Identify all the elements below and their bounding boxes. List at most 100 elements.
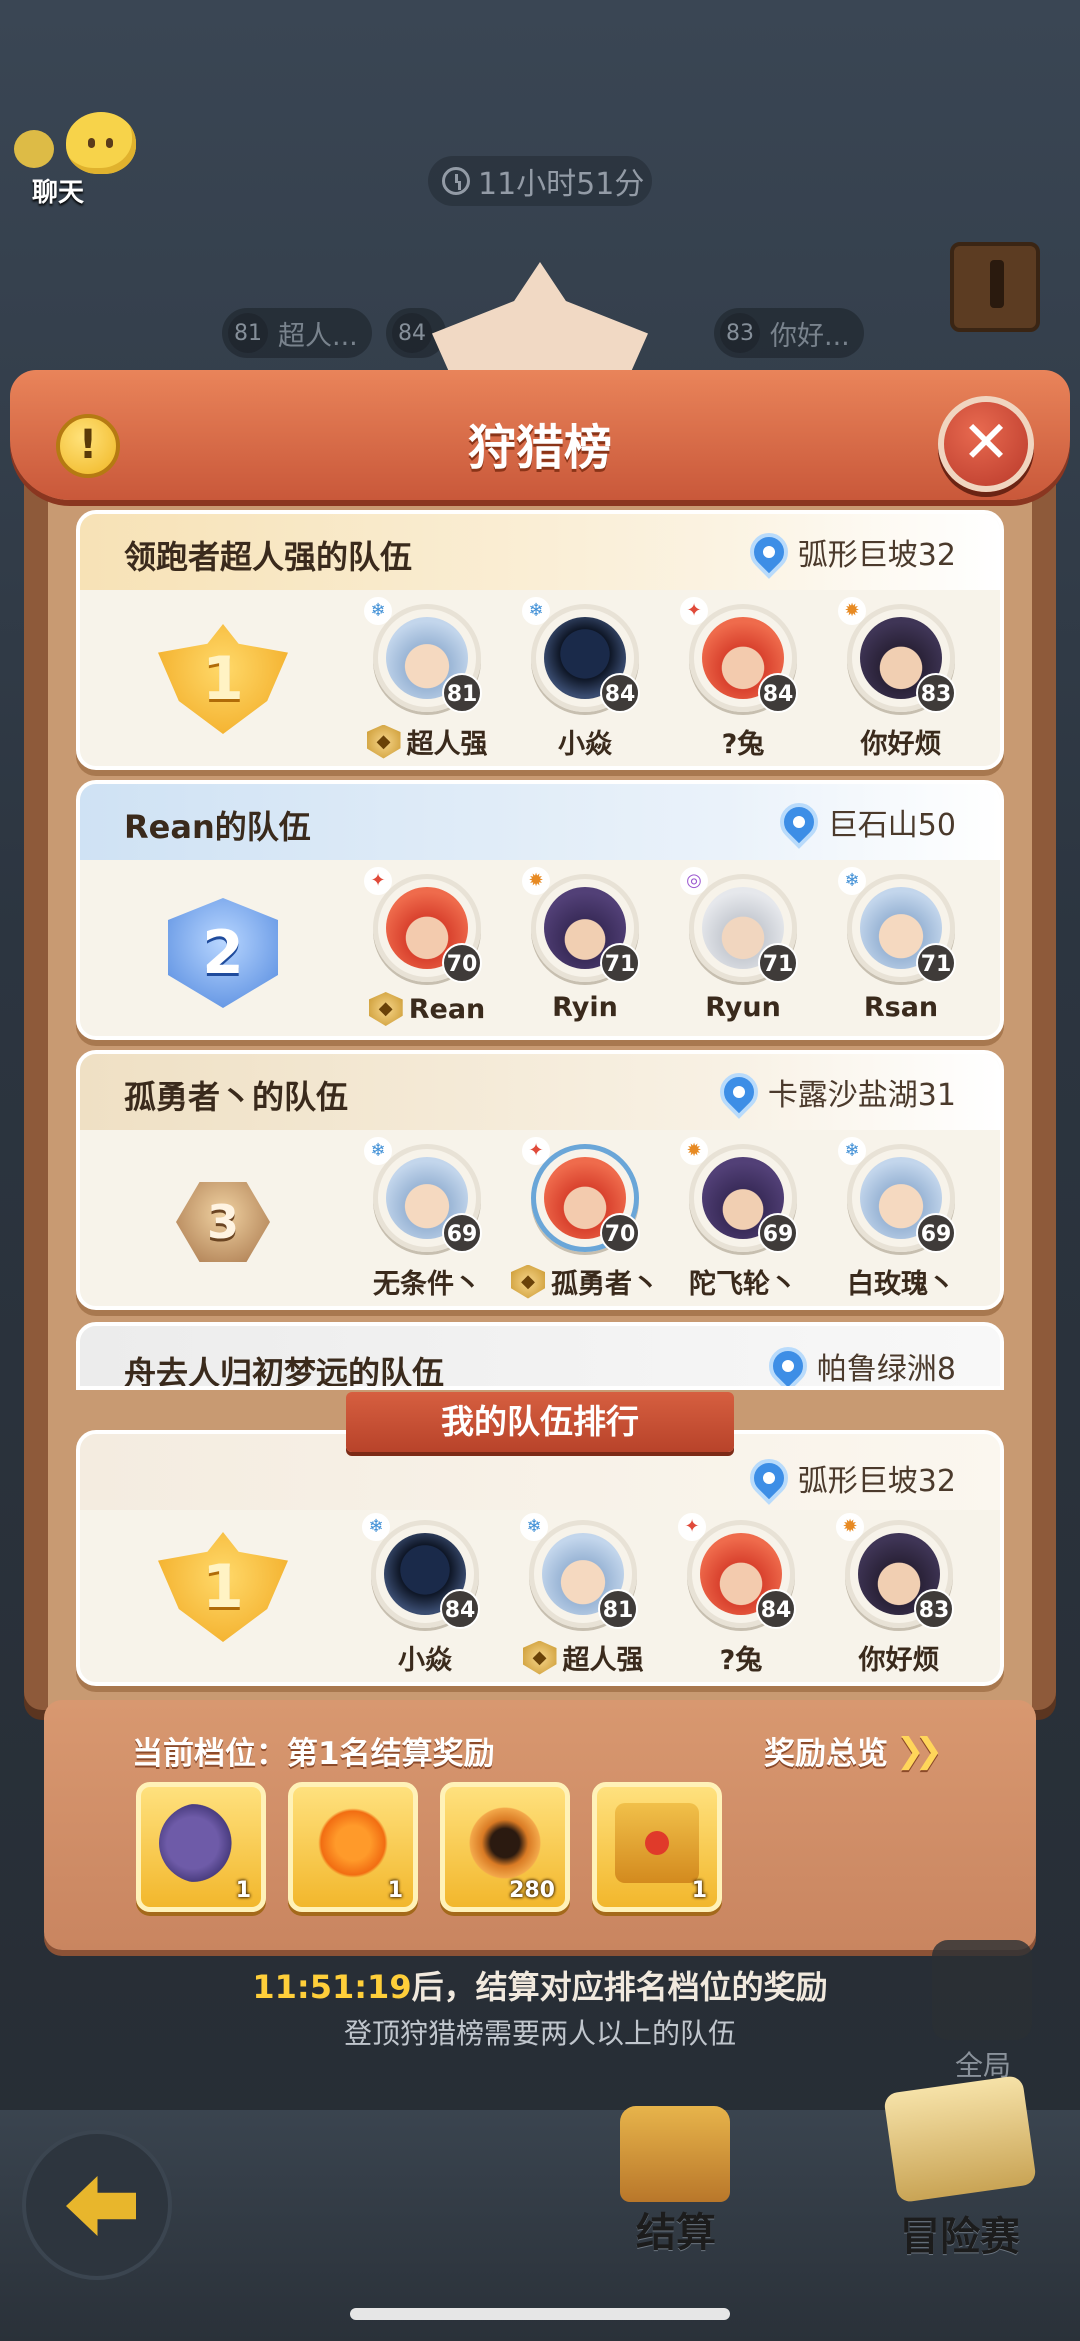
my-team-card[interactable]: 弧形巨坡32 1 ❄ 84 小焱 ❄ 81 ◆ 超人强 ✦ 84 ?兔 ✹ 83 你好烦 bbox=[76, 1430, 1004, 1686]
bg-rank-name: 你好... bbox=[770, 320, 850, 352]
team-member[interactable]: ◎ 71 Ryun bbox=[668, 867, 818, 1023]
location-pin-icon bbox=[741, 1451, 796, 1505]
event-timer: 11小时51分 bbox=[428, 156, 652, 206]
member-level: 81 bbox=[598, 1589, 638, 1629]
team-card-4[interactable]: 舟去人归初梦远的队伍 帕鲁绿洲8 bbox=[76, 1322, 1004, 1390]
member-name: 超人强 bbox=[406, 729, 488, 760]
chat-bubble-icon bbox=[66, 112, 136, 174]
close-button[interactable]: ✕ bbox=[938, 396, 1034, 492]
sun-element-icon: ✹ bbox=[838, 597, 866, 625]
reward-item[interactable]: 1 bbox=[288, 1782, 418, 1912]
chest-item-icon bbox=[615, 1803, 699, 1883]
team-location[interactable]: 弧形巨坡32 bbox=[741, 1451, 956, 1505]
avatar: ◎ 71 bbox=[680, 867, 798, 983]
avatar: ❄ 69 bbox=[838, 1137, 956, 1253]
back-arrow-icon bbox=[66, 2176, 136, 2236]
team-member[interactable]: ✹ 83 你好烦 bbox=[826, 597, 976, 761]
member-name: 你好烦 bbox=[860, 729, 942, 760]
captain-icon: ◆ bbox=[366, 724, 401, 759]
bg-rank-pill: 83 你好... bbox=[714, 308, 864, 358]
fire-element-icon: ✦ bbox=[680, 597, 708, 625]
member-name: 白玫瑰丶 bbox=[847, 1269, 955, 1300]
member-name: ?兔 bbox=[719, 1645, 763, 1676]
wind-element-icon: ◎ bbox=[680, 867, 708, 895]
member-level: 84 bbox=[600, 673, 640, 713]
ice-element-icon: ❄ bbox=[522, 597, 550, 625]
team-member[interactable]: ✹ 71 Ryin bbox=[510, 867, 660, 1023]
avatar: ❄ 81 bbox=[520, 1513, 638, 1629]
adventure-race-label: 冒险赛 bbox=[900, 2214, 1020, 2260]
team-card-header: Rean的队伍 巨石山50 bbox=[80, 784, 1000, 860]
team-member[interactable]: ✦ 70 ◆ Rean bbox=[352, 867, 502, 1026]
reward-count: 1 bbox=[387, 1878, 403, 1903]
avatar: ❄ 84 bbox=[522, 597, 640, 713]
reward-item[interactable]: 1 bbox=[136, 1782, 266, 1912]
team-member[interactable]: ✦ 84 ?兔 bbox=[668, 597, 818, 761]
avatar: ✹ 83 bbox=[838, 597, 956, 713]
info-button[interactable]: ! bbox=[56, 414, 120, 478]
chat-eye-icon bbox=[106, 138, 113, 148]
home-indicator[interactable] bbox=[350, 2308, 730, 2320]
avatar: ✦ 84 bbox=[680, 597, 798, 713]
event-timer-text: 11小时51分 bbox=[478, 167, 645, 202]
reward-overview-label: 奖励总览 bbox=[764, 1736, 888, 1772]
ice-element-icon: ❄ bbox=[838, 1137, 866, 1165]
bg-rank-level: 84 bbox=[392, 313, 432, 353]
chat-button[interactable]: 聊天 bbox=[14, 108, 136, 208]
adventure-race-button[interactable]: 冒险赛 bbox=[860, 2074, 1060, 2260]
captain-icon: ◆ bbox=[522, 1640, 557, 1675]
quest-scroll-icon[interactable] bbox=[950, 242, 1040, 332]
ice-element-icon: ❄ bbox=[364, 597, 392, 625]
team-location[interactable]: 巨石山50 bbox=[771, 795, 956, 849]
team-card-2[interactable]: Rean的队伍 巨石山50 2 ✦ 70 ◆ Rean ✹ 71 Ryin ◎ 71 R… bbox=[76, 780, 1004, 1040]
reward-overview-link[interactable]: 奖励总览 ❯❯ bbox=[764, 1728, 943, 1773]
team-member[interactable]: ✹ 69 陀飞轮丶 bbox=[668, 1137, 818, 1301]
settle-button[interactable]: 结算 bbox=[606, 2100, 746, 2256]
member-level: 84 bbox=[756, 1589, 796, 1629]
member-level: 69 bbox=[442, 1213, 482, 1253]
team-member[interactable]: ❄ 84 小焱 bbox=[350, 1513, 500, 1677]
avatar: ❄ 84 bbox=[362, 1513, 480, 1629]
reward-count: 1 bbox=[691, 1878, 707, 1903]
captain-icon: ◆ bbox=[511, 1264, 545, 1299]
member-level: 84 bbox=[440, 1589, 480, 1629]
member-name: 无条件丶 bbox=[373, 1269, 481, 1300]
reward-count: 280 bbox=[509, 1878, 555, 1903]
reward-item[interactable]: 1 bbox=[592, 1782, 722, 1912]
team-member[interactable]: ✦ 70 ◆ 孤勇者丶 bbox=[510, 1137, 660, 1301]
ice-element-icon: ❄ bbox=[364, 1137, 392, 1165]
team-member[interactable]: ✦ 84 ?兔 bbox=[666, 1513, 816, 1677]
sun-element-icon: ✹ bbox=[522, 867, 550, 895]
chat-eye-icon bbox=[88, 138, 95, 148]
reward-tier-label: 当前档位：第1名结算奖励 bbox=[132, 1736, 495, 1772]
team-member[interactable]: ❄ 81 ◆ 超人强 bbox=[508, 1513, 658, 1677]
team-member[interactable]: ❄ 81 ◆ 超人强 bbox=[352, 597, 502, 761]
location-pin-icon bbox=[711, 1065, 766, 1119]
team-member[interactable]: ❄ 84 小焱 bbox=[510, 597, 660, 761]
team-card-3[interactable]: 孤勇者丶的队伍 卡露沙盐湖31 3 ❄ 69 无条件丶 ✦ 70 ◆ 孤勇者丶 ✹ 69… bbox=[76, 1050, 1004, 1310]
settle-label: 结算 bbox=[636, 2210, 716, 2256]
team-member[interactable]: ❄ 69 无条件丶 bbox=[352, 1137, 502, 1301]
member-level: 70 bbox=[600, 1213, 640, 1253]
team-location-text: 卡露沙盐湖31 bbox=[767, 1078, 956, 1113]
team-location[interactable]: 帕鲁绿洲8 bbox=[761, 1339, 956, 1386]
team-member[interactable]: ❄ 71 Rsan bbox=[826, 867, 976, 1023]
reward-item[interactable]: 280 bbox=[440, 1782, 570, 1912]
member-level: 84 bbox=[758, 673, 798, 713]
team-location-text: 弧形巨坡32 bbox=[797, 1464, 956, 1499]
team-card-1[interactable]: 领跑者超人强的队伍 弧形巨坡32 1 ❄ 81 ◆ 超人强 ❄ 84 小焱 ✦ 84 ?… bbox=[76, 510, 1004, 770]
global-button[interactable]: 全局 bbox=[928, 1940, 1038, 2082]
team-location[interactable]: 弧形巨坡32 bbox=[741, 525, 956, 579]
global-label: 全局 bbox=[954, 2049, 1011, 2082]
member-level: 69 bbox=[916, 1213, 956, 1253]
my-team-rank-banner: 我的队伍排行 bbox=[346, 1392, 734, 1452]
rank-badge-silver: 2 bbox=[168, 898, 278, 1008]
team-member[interactable]: ❄ 69 白玫瑰丶 bbox=[826, 1137, 976, 1301]
member-name: 超人强 bbox=[562, 1645, 644, 1676]
team-member[interactable]: ✹ 83 你好烦 bbox=[824, 1513, 974, 1677]
team-location[interactable]: 卡露沙盐湖31 bbox=[711, 1065, 956, 1119]
double-chevron-right-icon: ❯❯ bbox=[896, 1730, 943, 1771]
member-level: 83 bbox=[914, 1589, 954, 1629]
back-button[interactable] bbox=[22, 2130, 172, 2280]
rank-badge-bronze: 3 bbox=[176, 1182, 270, 1262]
